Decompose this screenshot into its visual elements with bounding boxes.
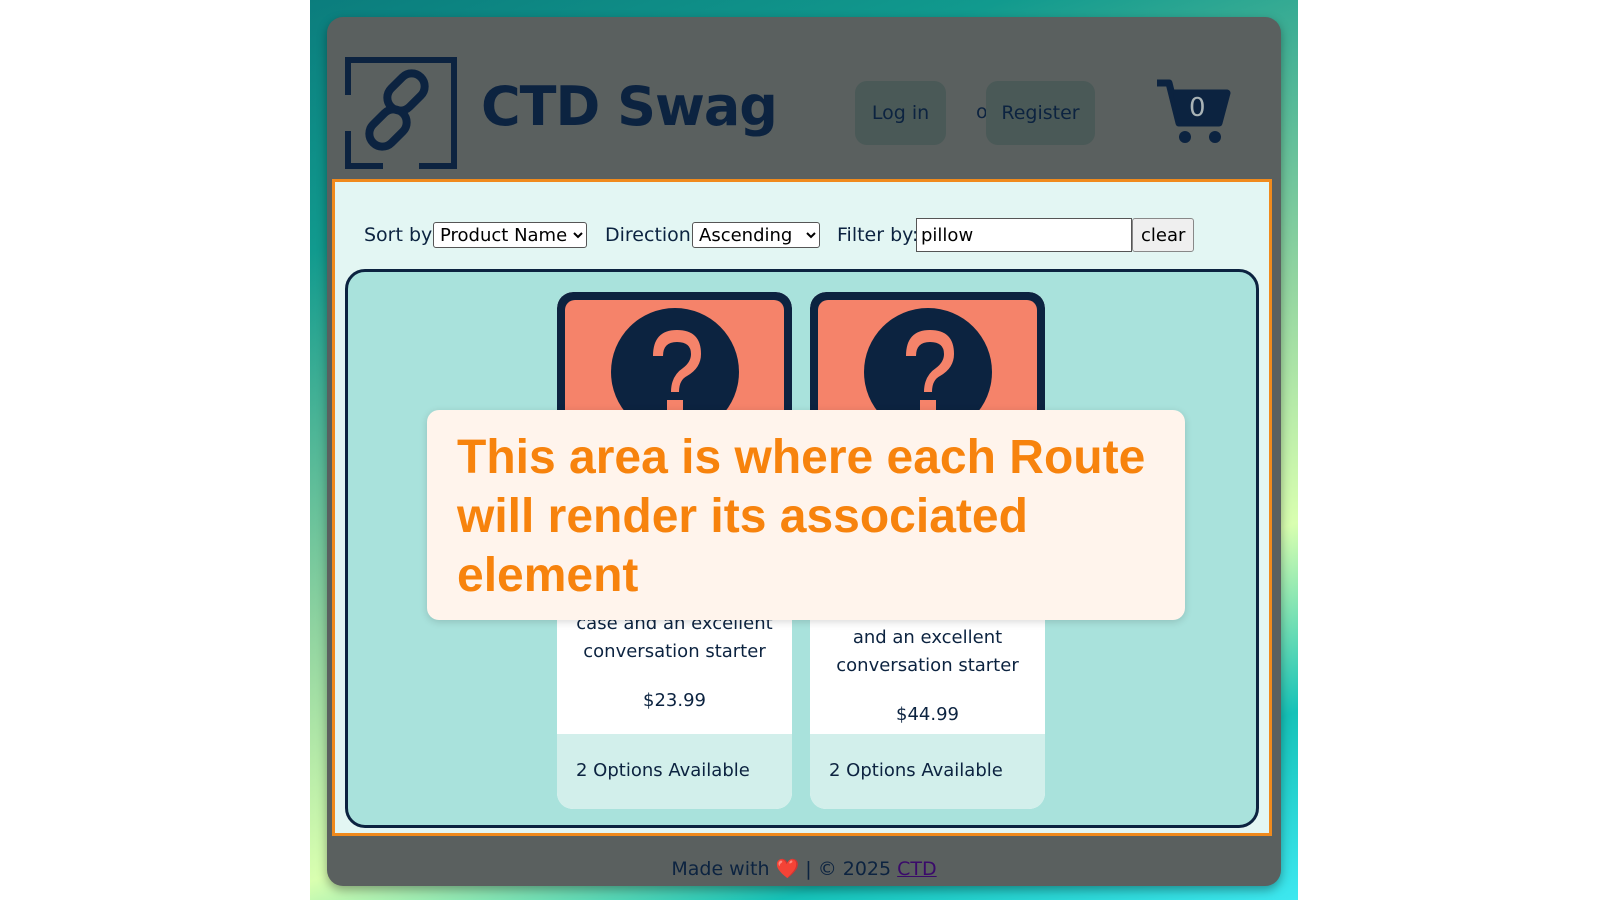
footer: Made with ❤️ | © 2025 CTD bbox=[327, 857, 1281, 880]
direction-select[interactable]: Ascending bbox=[692, 222, 820, 248]
heart-icon: ❤️ bbox=[775, 858, 800, 880]
product-description: and an excellent bbox=[852, 627, 1003, 648]
link-logo-icon[interactable] bbox=[345, 57, 457, 169]
annotation-callout: This area is where each Route will rende… bbox=[427, 410, 1185, 620]
sort-select[interactable]: Product Name bbox=[433, 222, 587, 248]
footer-ctd-link[interactable]: CTD bbox=[897, 858, 937, 880]
sort-label: Sort by: bbox=[364, 224, 438, 246]
product-options[interactable]: 2 Options Available bbox=[557, 734, 792, 809]
footer-copyright: | © 2025 bbox=[805, 858, 892, 880]
product-description-line2: conversation starter bbox=[583, 641, 766, 662]
product-description-line2: conversation starter bbox=[836, 655, 1019, 676]
product-price: $23.99 bbox=[643, 690, 706, 711]
annotation-text: This area is where each Route will rende… bbox=[457, 431, 1146, 602]
product-price: $44.99 bbox=[896, 704, 959, 725]
filter-input[interactable] bbox=[916, 218, 1132, 252]
product-options-label: 2 Options Available bbox=[576, 760, 750, 781]
register-button[interactable]: Register bbox=[986, 81, 1095, 145]
footer-made-with: Made with bbox=[671, 858, 770, 880]
product-options[interactable]: 2 Options Available bbox=[810, 734, 1045, 809]
product-toolbar: Sort by: Product Name Direction: Ascendi… bbox=[364, 218, 1224, 252]
login-button[interactable]: Log in bbox=[855, 81, 946, 145]
cart-count: 0 bbox=[1189, 93, 1206, 123]
product-options-label: 2 Options Available bbox=[829, 760, 1003, 781]
clear-button[interactable]: clear bbox=[1132, 218, 1194, 252]
brand-title: CTD Swag bbox=[481, 75, 778, 138]
direction-label: Direction: bbox=[605, 224, 698, 246]
filter-label: Filter by: bbox=[837, 224, 919, 246]
